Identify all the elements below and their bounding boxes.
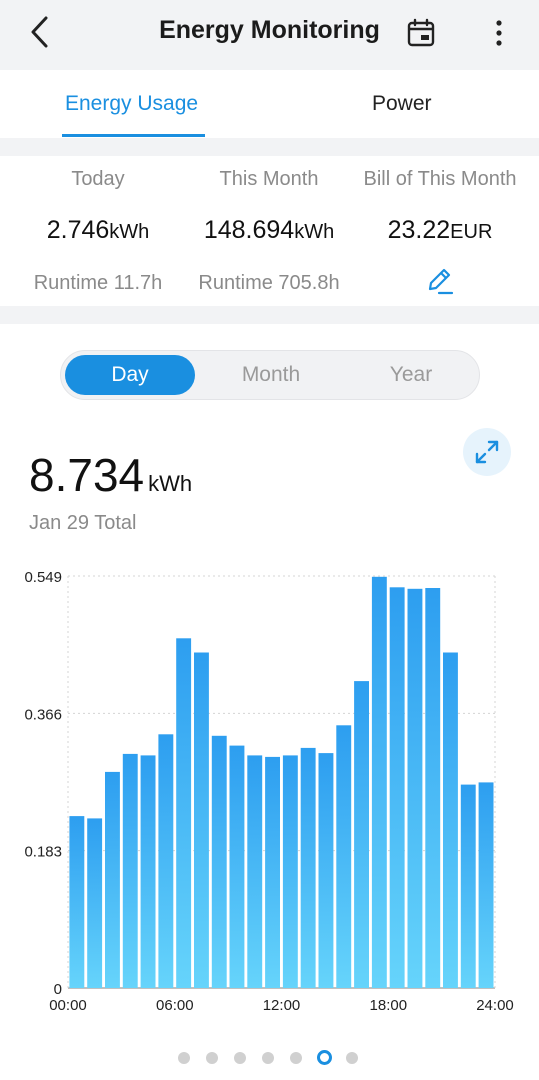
chart-bar[interactable] — [478, 782, 494, 988]
period-month[interactable]: Month — [201, 351, 341, 399]
chart-bar[interactable] — [460, 784, 476, 988]
more-vertical-icon — [496, 20, 502, 46]
calendar-button[interactable] — [402, 14, 440, 52]
stat-number: 148.694 — [203, 216, 295, 244]
chart-bar[interactable] — [265, 756, 280, 988]
period-day[interactable]: Day — [65, 355, 195, 395]
chart-bar[interactable] — [194, 652, 209, 989]
tab-energy-usage[interactable]: Energy Usage — [65, 92, 198, 116]
page-dot[interactable] — [290, 1052, 302, 1064]
stat-runtime: Runtime 11.7h — [33, 272, 163, 294]
total-energy-unit: kWh — [148, 471, 193, 496]
chart-bar[interactable] — [211, 735, 227, 988]
chart-bar[interactable] — [140, 755, 156, 988]
y-tick-label: 0 — [54, 981, 62, 998]
usage-panel: Day Month Year 8.734 kWh Jan 29 Total 0 0.… — [0, 324, 539, 1080]
x-tick-label: 00:00 — [49, 997, 87, 1014]
chart-bar[interactable] — [318, 753, 334, 988]
chart-bar[interactable] — [247, 755, 263, 988]
energy-bar-chart: 0 0.183 0.366 0.549 00:00 06:00 12:00 18:00 24:0… — [0, 560, 539, 1030]
total-caption: Jan 29 Total — [29, 512, 137, 534]
chart-bar[interactable] — [282, 755, 298, 988]
edit-bill-button[interactable] — [425, 266, 455, 296]
chart-bar[interactable] — [229, 745, 245, 988]
stat-label: Today — [71, 168, 125, 190]
period-year[interactable]: Year — [341, 351, 481, 399]
page-indicator — [0, 1049, 539, 1067]
total-energy-value: 8.734 — [29, 449, 145, 501]
page-dot[interactable] — [234, 1052, 246, 1064]
page-title: Energy Monitoring — [159, 16, 380, 44]
stat-value: 23.22EUR — [350, 216, 530, 245]
chart-bar[interactable] — [300, 747, 316, 988]
tab-bar: Energy Usage Power — [0, 70, 539, 138]
x-tick-label: 24:00 — [476, 997, 514, 1014]
chart-bar[interactable] — [389, 587, 405, 988]
x-tick-label: 06:00 — [156, 997, 194, 1014]
page-dot[interactable] — [346, 1052, 358, 1064]
page-dot[interactable] — [316, 1050, 332, 1065]
chart-bar[interactable] — [105, 771, 120, 988]
y-tick-label: 0.183 — [24, 844, 62, 861]
expand-icon — [475, 440, 499, 464]
page-dot[interactable] — [178, 1052, 190, 1064]
chart-bar[interactable] — [87, 818, 103, 988]
chart-bar[interactable] — [354, 681, 369, 988]
more-options-button[interactable] — [484, 14, 514, 52]
y-tick-label: 0.366 — [24, 706, 62, 723]
calendar-icon — [407, 18, 435, 47]
page-dot[interactable] — [206, 1052, 218, 1064]
stat-label: Bill of This Month — [363, 168, 517, 190]
active-tab-indicator — [62, 134, 205, 137]
chart-bar[interactable] — [407, 588, 423, 988]
chart-bar[interactable] — [443, 652, 458, 989]
total-energy: 8.734 kWh — [29, 448, 192, 502]
chart-bar[interactable] — [69, 816, 85, 988]
period-selector: Day Month Year — [60, 350, 480, 400]
app-header: Energy Monitoring — [0, 0, 539, 70]
fullscreen-button[interactable] — [463, 428, 511, 476]
x-tick-label: 18:00 — [370, 997, 408, 1014]
stat-number: 23.22 — [387, 216, 451, 244]
stat-value: 2.746kWh — [8, 216, 188, 245]
x-tick-label: 12:00 — [263, 997, 301, 1014]
stat-label: This Month — [219, 168, 319, 190]
chart-bar[interactable] — [176, 638, 192, 988]
stat-number: 2.746 — [46, 216, 110, 244]
page-dot[interactable] — [262, 1052, 274, 1064]
tab-power[interactable]: Power — [372, 92, 432, 116]
edit-pencil-icon — [428, 268, 454, 295]
chart-bar[interactable] — [122, 753, 138, 988]
stat-unit: kWh — [294, 221, 335, 243]
stat-runtime: Runtime 705.8h — [198, 272, 340, 294]
chart-canvas: 0 0.183 0.366 0.549 00:00 06:00 12:00 18:00 24:0… — [24, 569, 514, 1014]
chart-bar[interactable] — [425, 588, 441, 988]
y-tick-label: 0.549 — [24, 569, 62, 586]
stat-unit: EUR — [450, 221, 493, 243]
chart-bar[interactable] — [158, 734, 174, 988]
chart-bar[interactable] — [371, 576, 387, 988]
stat-value: 148.694kWh — [179, 216, 359, 245]
stat-unit: kWh — [109, 221, 150, 243]
chart-bar[interactable] — [336, 725, 352, 988]
stats-panel: Today 2.746kWh Runtime 11.7h This Month … — [0, 156, 539, 306]
